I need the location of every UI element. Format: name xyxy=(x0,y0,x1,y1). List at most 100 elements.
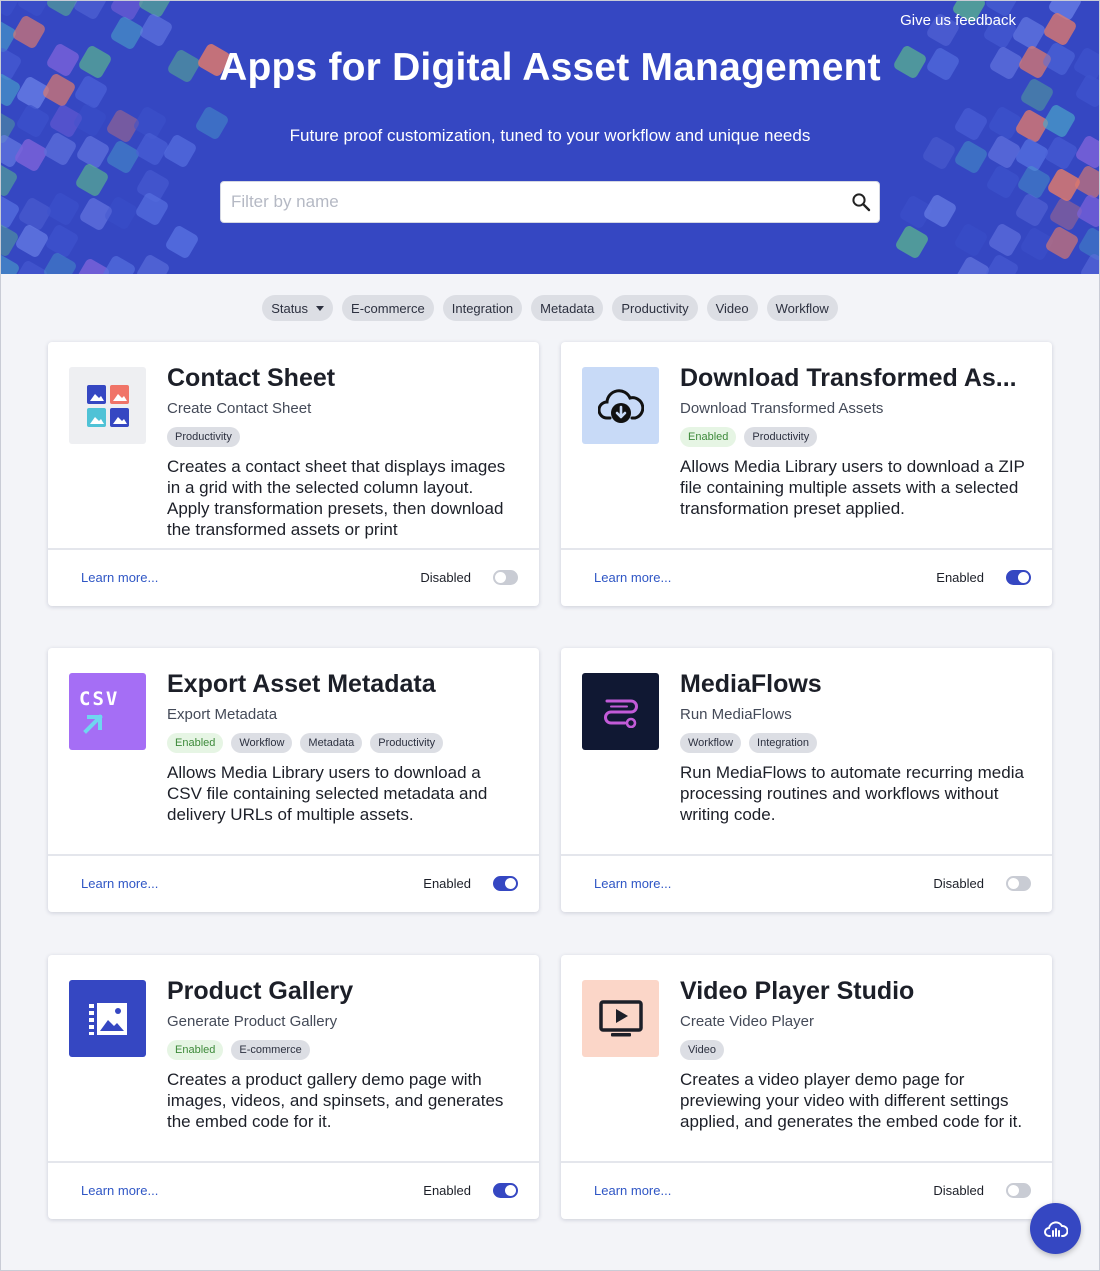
decorative-tile xyxy=(0,193,22,230)
card-footer: Learn more... Disabled xyxy=(561,854,1052,912)
app-title: Export Asset Metadata xyxy=(167,670,436,698)
app-tags: Video xyxy=(680,1040,724,1060)
enable-toggle[interactable] xyxy=(493,570,518,585)
filter-label: Video xyxy=(715,300,749,316)
app-subtitle: Create Contact Sheet xyxy=(167,400,312,417)
search-icon[interactable] xyxy=(851,192,871,212)
filter-productivity[interactable]: Productivity xyxy=(612,295,698,321)
decorative-tile xyxy=(894,224,930,260)
support-chat-button[interactable] xyxy=(1030,1203,1081,1254)
decorative-tile xyxy=(45,191,81,228)
learn-more-link[interactable]: Learn more... xyxy=(594,570,671,585)
csv-export-icon: CSV xyxy=(79,688,117,734)
app-description: Allows Media Library users to download a… xyxy=(167,763,488,824)
filter-status-dropdown[interactable]: Status xyxy=(262,295,334,321)
decorative-tile xyxy=(134,191,170,228)
learn-more-link[interactable]: Learn more... xyxy=(594,876,671,891)
decorative-tile xyxy=(1015,163,1052,200)
tag-badge: Metadata xyxy=(300,733,363,753)
app-tags: Enabled E-commerce xyxy=(167,1040,310,1060)
app-card-contact-sheet: Contact Sheet Create Contact Sheet Produ… xyxy=(48,342,539,606)
enable-toggle[interactable] xyxy=(493,1183,518,1198)
learn-more-link[interactable]: Learn more... xyxy=(81,876,158,891)
filter-workflow[interactable]: Workflow xyxy=(766,295,838,321)
app-icon-tile xyxy=(582,367,659,444)
enable-toggle[interactable] xyxy=(493,876,518,891)
video-player-icon xyxy=(598,999,643,1036)
decorative-tile xyxy=(135,253,172,274)
decorative-tile xyxy=(164,223,200,260)
enable-toggle[interactable] xyxy=(1006,570,1031,585)
hero-banner: Give us feedback Apps for Digital Asset … xyxy=(0,0,1100,274)
decorative-tile xyxy=(1079,252,1100,274)
app-card-mediaflows: MediaFlows Run MediaFlows Workflow Integ… xyxy=(561,648,1052,912)
tag-badge: Productivity xyxy=(370,733,444,753)
tag-badge: Workflow xyxy=(231,733,293,753)
app-icon-tile xyxy=(582,673,659,750)
app-tags: Workflow Integration xyxy=(680,733,818,753)
decorative-tile xyxy=(137,12,174,49)
decorative-tile xyxy=(953,222,989,258)
search-box xyxy=(220,181,880,223)
status-label: Disabled xyxy=(933,1183,984,1198)
decorative-tile xyxy=(74,162,111,198)
app-tags: Productivity xyxy=(167,427,240,447)
filter-integration[interactable]: Integration xyxy=(442,295,523,321)
decorative-tile xyxy=(1075,193,1100,230)
app-description: Creates a video player demo page for pre… xyxy=(680,1070,1023,1131)
app-description: Allows Media Library users to download a… xyxy=(680,457,1025,518)
mediaflows-icon xyxy=(603,699,638,728)
enabled-badge: Enabled xyxy=(167,1040,224,1060)
learn-more-link[interactable]: Learn more... xyxy=(81,570,158,585)
app-card-video-player-studio: Video Player Studio Create Video Player … xyxy=(561,955,1052,1219)
app-subtitle: Export Metadata xyxy=(167,706,278,723)
decorative-tile xyxy=(921,193,958,230)
decorative-tile xyxy=(987,222,1023,258)
learn-more-link[interactable]: Learn more... xyxy=(594,1183,671,1198)
app-subtitle: Run MediaFlows xyxy=(680,706,792,723)
filter-video[interactable]: Video xyxy=(706,295,758,321)
decorative-tile xyxy=(11,14,48,51)
filter-metadata[interactable]: Metadata xyxy=(531,295,604,321)
cloud-chat-icon xyxy=(1043,1220,1068,1237)
decorative-tile xyxy=(14,222,50,259)
decorative-tile xyxy=(102,195,139,231)
chevron-down-icon xyxy=(316,305,325,311)
page-title: Apps for Digital Asset Management xyxy=(219,46,881,89)
decorative-tile xyxy=(0,253,21,274)
search-input[interactable] xyxy=(221,182,841,222)
decorative-tile xyxy=(1043,225,1080,261)
enabled-badge: Enabled xyxy=(167,733,224,753)
card-footer: Learn more... Enabled xyxy=(561,548,1052,606)
card-footer: Learn more... Enabled xyxy=(48,854,539,912)
filter-ecommerce[interactable]: E-commerce xyxy=(342,295,434,321)
filter-label: E-commerce xyxy=(351,300,425,316)
app-title: Video Player Studio xyxy=(680,977,915,1005)
app-title: Product Gallery xyxy=(167,977,354,1005)
decorative-tile xyxy=(0,162,20,199)
learn-more-link[interactable]: Learn more... xyxy=(81,1183,158,1198)
app-description: Run MediaFlows to automate recurring med… xyxy=(680,763,1024,824)
decorative-tile xyxy=(1072,163,1100,200)
enable-toggle[interactable] xyxy=(1006,1183,1031,1198)
app-icon-tile xyxy=(582,980,659,1057)
tag-badge: Productivity xyxy=(744,427,818,447)
app-title: Download Transformed As... xyxy=(680,364,1017,392)
image-grid-icon xyxy=(86,384,129,427)
tag-badge: E-commerce xyxy=(231,1040,310,1060)
status-label: Enabled xyxy=(936,570,984,585)
filter-label: Status xyxy=(271,300,309,316)
decorative-tile xyxy=(42,251,79,274)
app-tags: Enabled Productivity xyxy=(680,427,818,447)
gallery-image-icon xyxy=(88,1002,127,1035)
card-footer: Learn more... Enabled xyxy=(48,1161,539,1219)
tag-badge: Productivity xyxy=(167,427,240,447)
app-subtitle: Download Transformed Assets xyxy=(680,400,884,417)
app-card-export-asset-metadata: CSV Export Asset Metadata Export Metadat… xyxy=(48,648,539,912)
enable-toggle[interactable] xyxy=(1006,876,1031,891)
app-icon-tile: CSV xyxy=(69,673,146,750)
give-feedback-link[interactable]: Give us feedback xyxy=(900,12,1016,29)
app-tags: Enabled Workflow Metadata Productivity xyxy=(167,733,444,753)
decorative-tile xyxy=(101,254,138,274)
card-footer: Learn more... Disabled xyxy=(48,548,539,606)
